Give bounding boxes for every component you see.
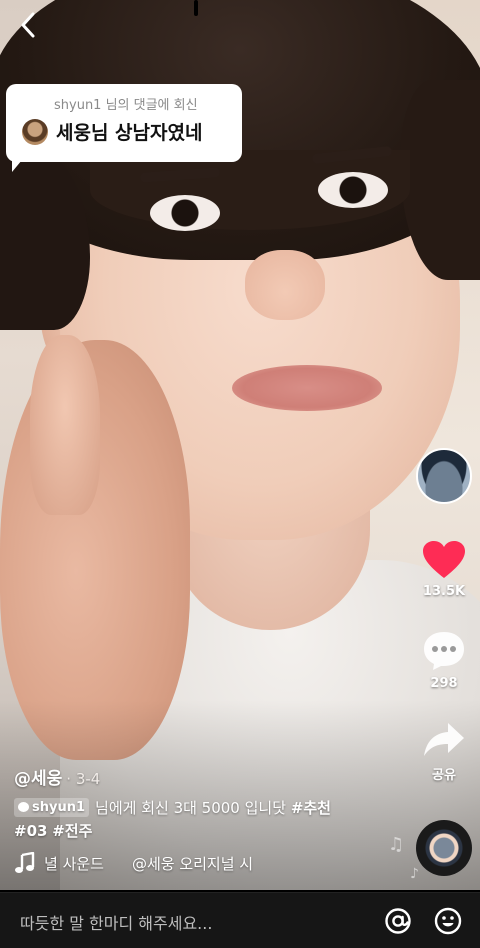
nose <box>245 250 325 320</box>
heart-icon <box>423 541 465 578</box>
hashtag[interactable]: #전주 <box>52 822 92 840</box>
floating-note-icon: ♫ <box>388 834 405 855</box>
author-handle[interactable]: @세웅 <box>14 769 62 789</box>
hashtag[interactable]: #추천 <box>291 799 331 817</box>
comment-button[interactable]: 298 <box>412 630 476 691</box>
floating-note-icon: ♪ <box>410 866 419 882</box>
music-track-a: 녈 사운드 <box>44 854 104 873</box>
music-disc[interactable] <box>416 820 472 876</box>
mention-icon[interactable] <box>384 907 412 935</box>
creator-avatar[interactable] <box>416 448 472 504</box>
reply-bubble-comment: 세웅님 상남자였네 <box>56 122 203 144</box>
music-note-icon <box>15 852 35 873</box>
reply-comment-bubble[interactable]: shyun1 님의 댓글에 회신 세웅님 상남자였네 <box>6 84 242 172</box>
right-eye <box>318 172 388 208</box>
comment-input[interactable]: 따듯한 말 한마디 해주세요... <box>20 910 212 934</box>
post-date: · 3-4 <box>66 770 101 788</box>
music-track-marquee: 녈 사운드 @세웅 오리지널 시 <box>44 853 274 874</box>
share-icon <box>424 723 464 756</box>
like-count: 13.5K <box>422 584 466 599</box>
thumb <box>30 335 100 515</box>
author-line: @세웅 · 3-4 <box>14 764 100 789</box>
like-button[interactable]: 13.5K <box>412 540 476 599</box>
hashtag[interactable]: #03 <box>14 822 47 840</box>
comment-bar: 따듯한 말 한마디 해주세요... <box>0 892 480 948</box>
emoji-icon[interactable] <box>434 907 462 935</box>
share-label: 공유 <box>432 768 456 783</box>
music-track-b: @세웅 오리지널 시 <box>131 854 254 873</box>
reply-bubble-subtitle: shyun1 님의 댓글에 회신 <box>54 98 198 113</box>
commenter-avatar <box>22 119 48 145</box>
mouth <box>232 365 382 411</box>
reply-chip[interactable]: shyun1 <box>14 797 90 817</box>
caption-text: 님에게 회신 3대 5000 입니닷 <box>95 799 287 817</box>
comment-icon <box>424 632 464 670</box>
share-button[interactable]: 공유 <box>412 720 476 783</box>
left-eye <box>150 195 220 231</box>
reply-chip-user: shyun1 <box>32 799 86 815</box>
caption: shyun1 님에게 회신 3대 5000 입니닷 #추천 #03 #전주 <box>14 797 394 843</box>
comment-bubble-icon <box>18 802 29 812</box>
music-info[interactable]: 녈 사운드 @세웅 오리지널 시 <box>14 851 274 875</box>
comment-count: 298 <box>430 676 458 691</box>
back-arrow-icon[interactable] <box>14 10 44 40</box>
top-indicator <box>194 0 198 16</box>
